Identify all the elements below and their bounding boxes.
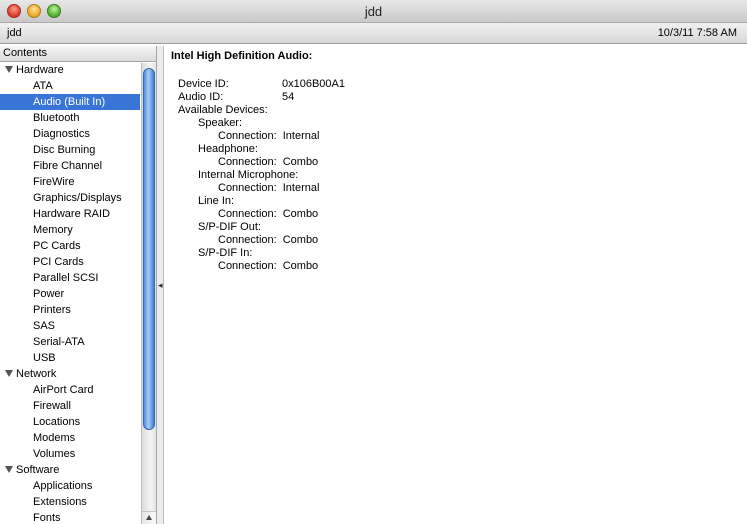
device-id-value: 0x106B00A1 [282, 78, 345, 90]
sidebar-item-graphics-displays[interactable]: Graphics/Displays [0, 190, 140, 206]
device-name: Headphone: [198, 143, 258, 155]
report-datetime: 10/3/11 7:58 AM [657, 27, 737, 39]
device-id-row: Device ID: 0x106B00A1 [178, 78, 741, 91]
sidebar-item-memory[interactable]: Memory [0, 222, 140, 238]
device-info: Device ID: 0x106B00A1 Audio ID: 54 Avail… [171, 78, 741, 273]
connection-value: Combo [282, 260, 319, 272]
device-name: Internal Microphone: [198, 169, 299, 181]
device-name: S/P-DIF Out: [198, 221, 261, 233]
connection-label: Connection: [218, 234, 277, 246]
audio-id-value: 54 [282, 91, 295, 103]
audio-id-row: Audio ID: 54 [178, 91, 741, 104]
sidebar-item-volumes[interactable]: Volumes [0, 446, 140, 462]
device-connection-row: Connection: Internal [178, 182, 741, 195]
sidebar-group-software[interactable]: Software [0, 462, 140, 478]
disclosure-triangle-icon[interactable] [5, 369, 13, 377]
sidebar-item-power[interactable]: Power [0, 286, 140, 302]
connection-value: Combo [282, 156, 319, 168]
sidebar-item-firewire[interactable]: FireWire [0, 174, 140, 190]
sidebar-item-fonts[interactable]: Fonts [0, 510, 140, 524]
sidebar-item-locations[interactable]: Locations [0, 414, 140, 430]
detail-pane: Intel High Definition Audio: Device ID: … [165, 46, 747, 524]
sidebar-item-pc-cards[interactable]: PC Cards [0, 238, 140, 254]
device-connection-row: Connection: Combo [178, 156, 741, 169]
contents-tree: Hardware ATA Audio (Built In) Bluetooth Diag… [0, 62, 140, 524]
disclosure-triangle-icon[interactable] [5, 65, 13, 73]
sidebar-group-hardware[interactable]: Hardware [0, 62, 140, 78]
sidebar-item-airport-card[interactable]: AirPort Card [0, 382, 140, 398]
connection-label: Connection: [218, 156, 277, 168]
sidebar-item-fibre-channel[interactable]: Fibre Channel [0, 158, 140, 174]
sidebar-scrollbar[interactable] [141, 63, 156, 524]
sidebar-item-disc-burning[interactable]: Disc Burning [0, 142, 140, 158]
connection-label: Connection: [218, 208, 277, 220]
arrow-up-icon [146, 515, 152, 520]
device-name: Speaker: [198, 117, 243, 129]
window-title: jdd [364, 4, 383, 19]
sidebar-group-label: Network [16, 368, 57, 380]
connection-value: Internal [282, 130, 320, 142]
sidebar-item-sas[interactable]: SAS [0, 318, 140, 334]
sidebar-item-extensions[interactable]: Extensions [0, 494, 140, 510]
toolbar: jdd 10/3/11 7:58 AM [0, 23, 747, 44]
pane-splitter[interactable]: ◂ [157, 46, 164, 524]
computer-name: jdd [7, 27, 22, 39]
sidebar-item-audio-built-in[interactable]: Audio (Built In) [0, 94, 140, 110]
sidebar-item-modems[interactable]: Modems [0, 430, 140, 446]
splitter-grip-icon: ◂ [158, 280, 163, 290]
device-connection-row: Connection: Combo [178, 234, 741, 247]
sidebar-item-ata[interactable]: ATA [0, 78, 140, 94]
connection-value: Combo [282, 234, 319, 246]
device-connection-row: Connection: Internal [178, 130, 741, 143]
connection-label: Connection: [218, 182, 277, 194]
sidebar-item-hardware-raid[interactable]: Hardware RAID [0, 206, 140, 222]
sidebar-group-label: Hardware [16, 64, 64, 76]
sidebar-group-label: Software [16, 464, 60, 476]
scrollbar-thumb[interactable] [143, 68, 155, 430]
device-name: S/P-DIF In: [198, 247, 253, 259]
available-devices-list: Speaker: Connection: Internal Headphone: Con… [178, 117, 741, 273]
sidebar-item-parallel-scsi[interactable]: Parallel SCSI [0, 270, 140, 286]
device-connection-row: Connection: Combo [178, 208, 741, 221]
sidebar-item-diagnostics[interactable]: Diagnostics [0, 126, 140, 142]
connection-value: Internal [282, 182, 320, 194]
connection-label: Connection: [218, 260, 277, 272]
audio-id-label: Audio ID: [178, 91, 224, 103]
available-devices-label: Available Devices: [178, 104, 268, 116]
sidebar-item-applications[interactable]: Applications [0, 478, 140, 494]
sidebar-item-usb[interactable]: USB [0, 350, 140, 366]
connection-value: Combo [282, 208, 319, 220]
sidebar-group-network[interactable]: Network [0, 366, 140, 382]
contents-header[interactable]: Contents [0, 46, 156, 62]
device-title: Intel High Definition Audio: [171, 50, 313, 62]
title-bar: jdd [0, 0, 747, 23]
sidebar-item-firewall[interactable]: Firewall [0, 398, 140, 414]
device-name: Line In: [198, 195, 235, 207]
sidebar-item-pci-cards[interactable]: PCI Cards [0, 254, 140, 270]
connection-label: Connection: [218, 130, 277, 142]
device-id-label: Device ID: [178, 78, 229, 90]
disclosure-triangle-icon[interactable] [5, 465, 13, 473]
sidebar-item-printers[interactable]: Printers [0, 302, 140, 318]
scroll-up-button[interactable] [142, 511, 156, 524]
contents-sidebar: Contents Hardware ATA Audio (Built In) Blue… [0, 46, 157, 524]
sidebar-item-bluetooth[interactable]: Bluetooth [0, 110, 140, 126]
device-connection-row: Connection: Combo [178, 260, 741, 273]
sidebar-item-serial-ata[interactable]: Serial-ATA [0, 334, 140, 350]
